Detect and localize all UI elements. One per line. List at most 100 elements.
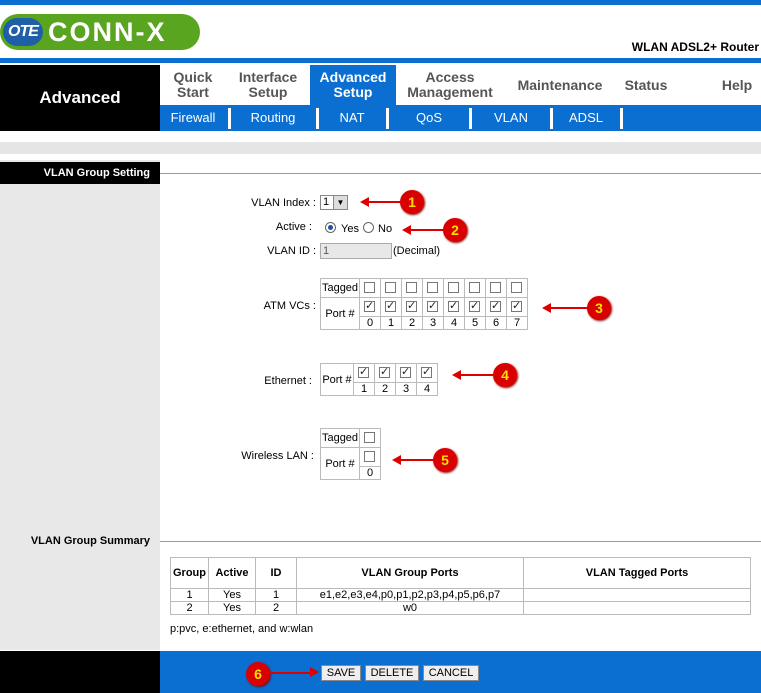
- active-no-radio[interactable]: [363, 222, 374, 233]
- atm-tagged-checkbox[interactable]: [469, 282, 480, 293]
- logo-brand-text: CONN-X: [48, 17, 167, 47]
- header-divider: [0, 58, 761, 63]
- subtab-qos[interactable]: QoS: [390, 107, 468, 129]
- tab-help[interactable]: Help: [712, 66, 761, 104]
- ethernet-port-number: 4: [416, 382, 438, 396]
- save-button[interactable]: SAVE: [321, 665, 361, 681]
- section-title-vlan-summary: VLAN Group Summary: [30, 535, 150, 547]
- ethernet-port-label: Port #: [320, 363, 354, 396]
- atm-port-checkbox[interactable]: [469, 299, 480, 312]
- atm-port-checkbox[interactable]: [385, 299, 396, 312]
- ethernet-port-number: 1: [353, 382, 375, 396]
- tab-status[interactable]: Status: [618, 66, 674, 104]
- atm-port-checkbox[interactable]: [406, 299, 417, 312]
- atm-port-number: 0: [359, 316, 381, 330]
- cancel-button[interactable]: CANCEL: [423, 665, 479, 681]
- summary-cell: Yes: [208, 601, 256, 615]
- sidebar-title: Advanced: [0, 65, 160, 131]
- annotation-arrowhead: [310, 667, 319, 677]
- subtab-adsl[interactable]: ADSL: [553, 107, 619, 129]
- annotation-badge-3: 3: [587, 296, 611, 320]
- summary-col-id: ID: [255, 557, 297, 589]
- annotation-arrow: [400, 459, 434, 461]
- annotation-badge-4: 4: [493, 363, 517, 387]
- subtab-separator: [316, 108, 319, 129]
- atm-port-checkbox[interactable]: [448, 299, 459, 312]
- top-accent-bar: [0, 0, 761, 5]
- vlan-index-label: VLAN Index :: [251, 197, 316, 209]
- vlan-index-select[interactable]: 1 ▼: [320, 195, 348, 210]
- tab-interface-setup[interactable]: Interface Setup: [230, 66, 306, 104]
- atm-port-checkbox[interactable]: [490, 299, 501, 312]
- ote-conn-x-logo: OTE CONN-X: [0, 14, 200, 50]
- ethernet-port-number: 2: [374, 382, 396, 396]
- wlan-tagged-label: Tagged: [320, 428, 360, 448]
- wlan-tagged-checkbox[interactable]: [364, 432, 375, 443]
- wireless-lan-table: Tagged Port # 0: [320, 428, 381, 480]
- atm-tagged-checkbox[interactable]: [385, 282, 396, 293]
- subtab-separator: [386, 108, 389, 129]
- wlan-port-number: 0: [359, 466, 381, 480]
- ethernet-port-number: 3: [395, 382, 417, 396]
- subtab-nat[interactable]: NAT: [320, 107, 384, 129]
- annotation-arrow: [410, 229, 444, 231]
- subtab-firewall[interactable]: Firewall: [160, 107, 226, 129]
- tab-access-management[interactable]: Access Management: [402, 66, 498, 104]
- ethernet-port-checkbox[interactable]: [421, 365, 432, 378]
- vlan-index-value: 1: [323, 196, 330, 208]
- atm-tagged-label: Tagged: [320, 278, 360, 298]
- atm-tagged-checkbox[interactable]: [511, 282, 522, 293]
- atm-port-number: 4: [443, 316, 465, 330]
- atm-port-number: 5: [464, 316, 486, 330]
- ethernet-port-checkbox[interactable]: [379, 365, 390, 378]
- subtab-routing[interactable]: Routing: [232, 107, 314, 129]
- atm-port-number: 3: [422, 316, 444, 330]
- atm-tagged-checkbox[interactable]: [406, 282, 417, 293]
- atm-port-label: Port #: [320, 297, 360, 330]
- tab-maintenance[interactable]: Maintenance: [514, 66, 606, 104]
- atm-port-checkbox[interactable]: [364, 299, 375, 312]
- atm-tagged-checkbox[interactable]: [364, 282, 375, 293]
- annotation-badge-2: 2: [443, 218, 467, 242]
- atm-tagged-checkbox[interactable]: [490, 282, 501, 293]
- active-label: Active :: [275, 221, 312, 233]
- summary-cell: [523, 601, 751, 615]
- wireless-lan-label: Wireless LAN :: [241, 450, 314, 462]
- ethernet-port-checkbox[interactable]: [400, 365, 411, 378]
- ethernet-table: Port # 1 2 3 4: [320, 363, 438, 396]
- delete-button[interactable]: DELETE: [365, 665, 419, 681]
- table-row: 1 Yes 1 e1,e2,e3,e4,p0,p1,p2,p3,p4,p5,p6…: [170, 588, 751, 602]
- table-row: 2 Yes 2 w0: [170, 601, 751, 615]
- section-divider: [160, 173, 761, 174]
- summary-col-tagged-ports: VLAN Tagged Ports: [523, 557, 751, 589]
- subtab-vlan[interactable]: VLAN: [472, 107, 550, 129]
- active-no-label: No: [378, 223, 393, 235]
- ethernet-port-checkbox[interactable]: [358, 365, 369, 378]
- atm-vcs-label: ATM VCs :: [263, 300, 316, 312]
- ethernet-label: Ethernet :: [264, 375, 312, 387]
- atm-port-number: 2: [401, 316, 423, 330]
- atm-port-checkbox[interactable]: [511, 299, 522, 312]
- annotation-badge-5: 5: [433, 448, 457, 472]
- annotation-arrow: [460, 374, 494, 376]
- footer-left-block: [0, 651, 160, 693]
- tab-advanced-setup[interactable]: Advanced Setup: [310, 65, 396, 105]
- vlan-id-input[interactable]: 1: [320, 243, 392, 259]
- tab-quick-start[interactable]: Quick Start: [160, 66, 226, 104]
- atm-tagged-checkbox[interactable]: [427, 282, 438, 293]
- summary-col-group: Group: [170, 557, 209, 589]
- subtab-separator: [620, 108, 623, 129]
- wlan-port-label: Port #: [320, 447, 360, 480]
- atm-port-number: 1: [380, 316, 402, 330]
- atm-port-checkbox[interactable]: [427, 299, 438, 312]
- product-name: WLAN ADSL2+ Router: [631, 40, 759, 54]
- summary-col-active: Active: [208, 557, 256, 589]
- spacer-strip: [0, 142, 761, 154]
- wlan-port-checkbox[interactable]: [364, 451, 375, 462]
- summary-cell: e1,e2,e3,e4,p0,p1,p2,p3,p4,p5,p6,p7: [296, 588, 524, 602]
- active-yes-radio[interactable]: [325, 222, 336, 233]
- logo-ote-mark: OTE: [3, 18, 43, 46]
- vlan-id-unit: (Decimal): [393, 245, 441, 257]
- atm-vcs-table: Tagged Port # 0 1 2 3 4 5 6 7: [320, 278, 528, 330]
- atm-tagged-checkbox[interactable]: [448, 282, 459, 293]
